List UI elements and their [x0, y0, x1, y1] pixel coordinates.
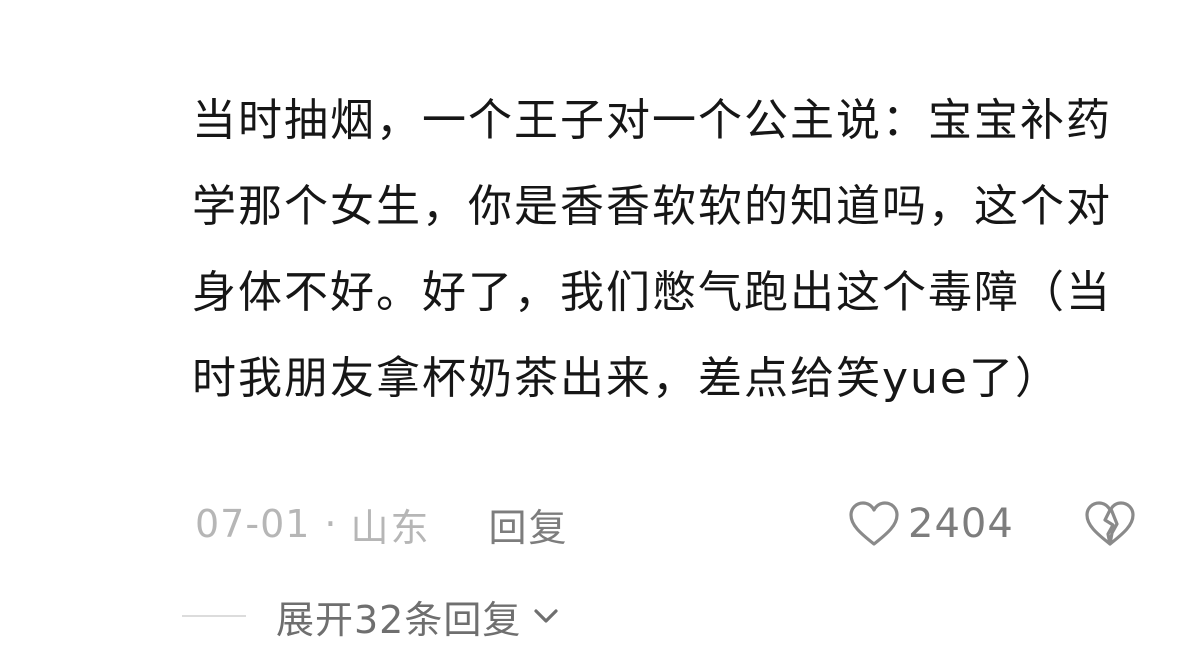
dislike-button[interactable] — [1084, 498, 1136, 550]
chevron-down-icon[interactable] — [531, 601, 561, 631]
like-count: 2404 — [908, 501, 1014, 547]
meta-separator: · — [324, 502, 337, 546]
expand-replies-button[interactable]: 展开32条回复 — [182, 590, 561, 642]
broken-heart-icon[interactable] — [1084, 498, 1136, 550]
expand-replies-label[interactable]: 展开32条回复 — [276, 589, 521, 644]
expand-divider-line — [182, 615, 246, 617]
comment-location: 山东 — [350, 505, 431, 550]
heart-outline-icon[interactable] — [848, 500, 900, 548]
comment-card: 当时抽烟，一个王子对一个公主说：宝宝补药学那个女生，你是香香软软的知道吗，这个对… — [0, 0, 1200, 655]
like-button[interactable]: 2404 — [848, 496, 1014, 552]
comment-text: 当时抽烟，一个王子对一个公主说：宝宝补药学那个女生，你是香香软软的知道吗，这个对… — [192, 95, 1112, 404]
reply-button[interactable]: 回复 — [489, 497, 569, 552]
comment-date: 07-01 — [195, 502, 311, 546]
